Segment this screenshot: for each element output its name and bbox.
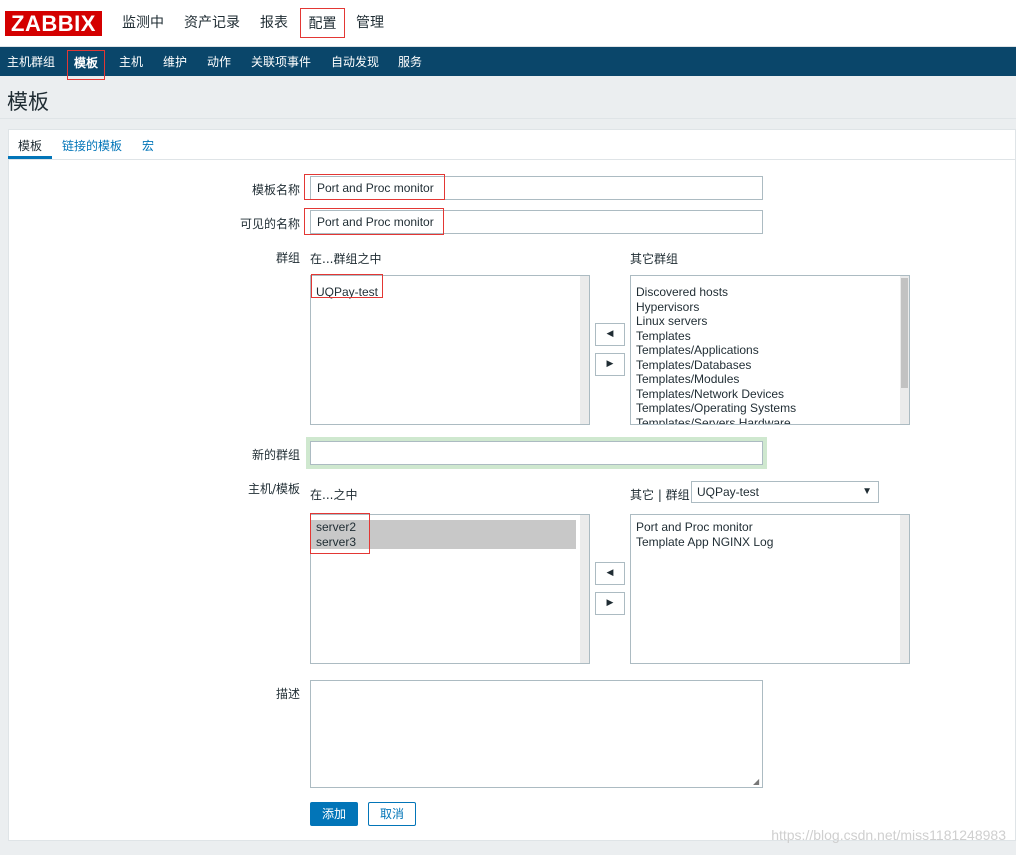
list-item[interactable]: Templates/Modules [631, 372, 896, 387]
description-textarea[interactable]: ◢ [310, 680, 763, 788]
watermark: https://blog.csdn.net/miss1181248983 [771, 827, 1006, 843]
topnav-reports[interactable]: 报表 [254, 8, 294, 38]
list-item[interactable]: Templates/Applications [631, 343, 896, 358]
hosts-templates-label: 主机/模板 [247, 482, 300, 496]
groups-in-listbox[interactable]: UQPay-test [310, 275, 590, 425]
hosts-in-label: 在...之中 [310, 488, 358, 502]
scrollbar[interactable] [900, 276, 909, 424]
move-left-button[interactable]: ◀ [595, 323, 625, 346]
new-group-label: 新的群组 [251, 448, 300, 462]
scrollbar[interactable] [580, 515, 589, 663]
zabbix-logo[interactable]: ZABBIX [5, 11, 102, 36]
visible-name-input[interactable]: Port and Proc monitor [310, 210, 763, 234]
move-left-button[interactable]: ◀ [595, 562, 625, 585]
list-item[interactable]: Templates/Databases [631, 358, 896, 373]
template-name-input[interactable]: Port and Proc monitor [310, 176, 763, 200]
list-item[interactable]: Templates/Network Devices [631, 387, 896, 402]
arrow-right-icon: ▶ [606, 359, 614, 369]
list-item[interactable]: UQPay-test [311, 285, 576, 300]
move-right-button[interactable]: ▶ [595, 353, 625, 376]
list-item[interactable]: Templates/Servers Hardware [631, 416, 896, 425]
topnav-administration[interactable]: 管理 [350, 8, 390, 38]
subnav-templates[interactable]: 模板 [67, 50, 105, 80]
move-right-button[interactable]: ▶ [595, 592, 625, 615]
groups-other-listbox[interactable]: Discovered hosts Hypervisors Linux serve… [630, 275, 910, 425]
tabs-divider [8, 159, 1016, 160]
group-select[interactable]: UQPay-test ▼ [691, 481, 879, 503]
scrollbar[interactable] [900, 515, 909, 663]
list-item[interactable]: Linux servers [631, 314, 896, 329]
subnav-discovery[interactable]: 自动发现 [327, 50, 383, 79]
scrollbar[interactable] [580, 276, 589, 424]
arrow-left-icon: ◀ [606, 568, 614, 578]
hosts-in-listbox[interactable]: server2 server3 [310, 514, 590, 664]
list-item[interactable]: server2 [311, 520, 576, 535]
list-item[interactable]: Template App NGINX Log [631, 535, 896, 550]
topnav-inventory[interactable]: 资产记录 [180, 8, 244, 38]
subnav-event-correlation[interactable]: 关联项事件 [247, 50, 315, 79]
subnav-services[interactable]: 服务 [393, 50, 427, 79]
groups-other-label: 其它群组 [630, 252, 679, 266]
tab-linked-templates[interactable]: 链接的模板 [62, 137, 122, 159]
tab-template[interactable]: 模板 [8, 137, 52, 159]
scrollbar-thumb[interactable] [901, 278, 908, 388]
hosts-other-group-label: 其它 | 群组 [630, 488, 690, 502]
cancel-button[interactable]: 取消 [368, 802, 416, 826]
subnav-maintenance[interactable]: 维护 [158, 50, 192, 79]
visible-name-label: 可见的名称 [239, 217, 300, 231]
new-group-input[interactable] [310, 441, 763, 465]
resize-handle-icon[interactable]: ◢ [753, 778, 761, 786]
arrow-left-icon: ◀ [606, 329, 614, 339]
group-select-value: UQPay-test [697, 485, 760, 499]
groups-label: 群组 [275, 251, 300, 265]
topnav-configuration[interactable]: 配置 [300, 8, 345, 38]
page-title: 模板 [7, 90, 49, 114]
add-button[interactable]: 添加 [310, 802, 358, 826]
arrow-right-icon: ▶ [606, 598, 614, 608]
list-item[interactable]: Hypervisors [631, 300, 896, 315]
list-item[interactable]: Discovered hosts [631, 285, 896, 300]
description-label: 描述 [275, 687, 300, 701]
tab-macros[interactable]: 宏 [142, 137, 154, 159]
list-item[interactable]: Templates [631, 329, 896, 344]
topnav-monitoring[interactable]: 监测中 [116, 8, 170, 38]
chevron-down-icon: ▼ [862, 486, 872, 497]
hosts-other-listbox[interactable]: Port and Proc monitor Template App NGINX… [630, 514, 910, 664]
subnav-actions[interactable]: 动作 [202, 50, 236, 79]
template-name-label: 模板名称 [251, 183, 300, 197]
top-header: ZABBIX 监测中 资产记录 报表 配置 管理 [0, 0, 1016, 47]
list-item[interactable]: Templates/Operating Systems [631, 401, 896, 416]
title-divider [0, 118, 1016, 119]
subnav-hosts[interactable]: 主机 [114, 50, 148, 79]
groups-in-label: 在...群组之中 [310, 252, 382, 266]
list-item[interactable]: Port and Proc monitor [631, 520, 896, 535]
subnav-host-groups[interactable]: 主机群组 [4, 50, 58, 79]
sub-navigation: 主机群组 模板 主机 维护 动作 关联项事件 自动发现 服务 [0, 47, 1016, 80]
list-item[interactable]: server3 [311, 534, 576, 549]
